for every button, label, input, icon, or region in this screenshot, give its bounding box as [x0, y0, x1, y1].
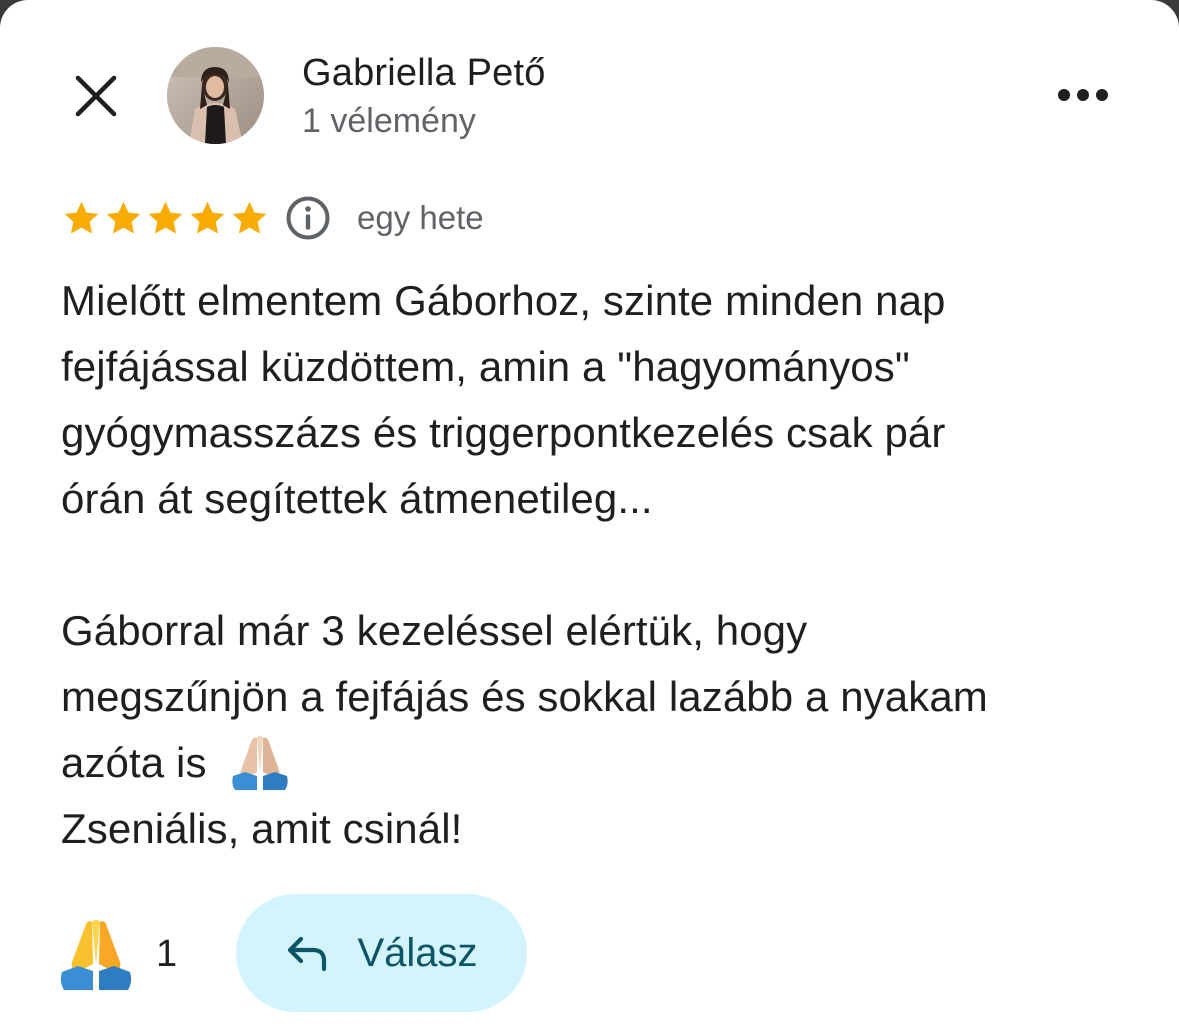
reply-button[interactable]: Válasz: [236, 894, 527, 1012]
star-icon: [232, 201, 267, 233]
star-icon: [190, 201, 225, 233]
review-body: Mielőtt elmentem Gáborhoz, szinte minden…: [61, 268, 1141, 862]
author-name[interactable]: Gabriella Pető: [302, 52, 546, 95]
star-icon: [106, 201, 141, 233]
reply-icon: [288, 936, 327, 972]
review-text: Mielőtt elmentem Gáborhoz, szinte minden…: [61, 277, 988, 852]
author-review-count: 1 vélemény: [302, 102, 476, 140]
star-rating: [62, 199, 269, 238]
close-icon: [75, 75, 117, 117]
reaction-count: 1: [156, 932, 178, 975]
review-time: egy hete: [357, 199, 484, 236]
info-icon[interactable]: [285, 195, 331, 241]
more-horizontal-icon: [1058, 89, 1108, 101]
profile-photo: [167, 47, 264, 144]
avatar[interactable]: [167, 47, 264, 144]
more-options-button[interactable]: [1050, 70, 1116, 120]
reaction-button[interactable]: 1: [58, 916, 177, 992]
review-sheet: Gabriella Pető 1 vélemény egy hete Mielő…: [0, 0, 1179, 1027]
star-icon: [64, 201, 99, 233]
rating-row: egy hete: [62, 192, 484, 244]
close-button[interactable]: [66, 66, 126, 126]
folded-hands-icon: [232, 736, 288, 790]
reply-label: Válasz: [357, 930, 478, 975]
star-icon: [148, 201, 183, 233]
folded-hands-icon: [60, 919, 132, 990]
